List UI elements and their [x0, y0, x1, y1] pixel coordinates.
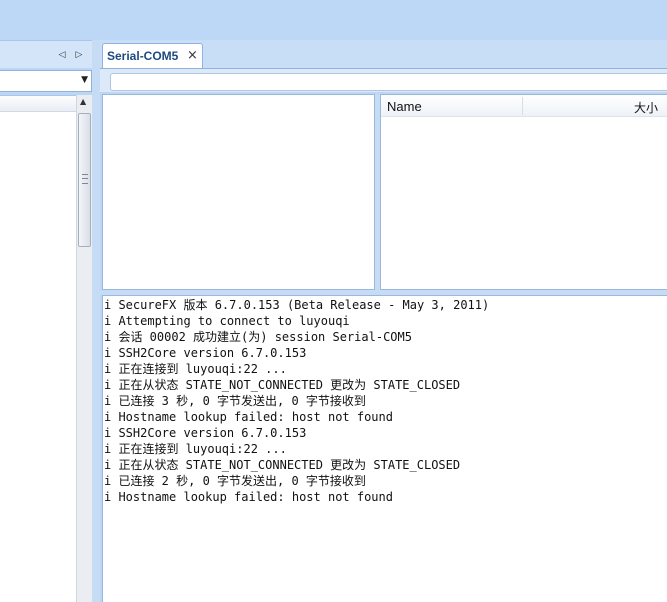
main-splitter[interactable]	[92, 40, 100, 602]
log-line: i SSH2Core version 6.7.0.153	[104, 426, 307, 440]
log-line: i SSH2Core version 6.7.0.153	[104, 346, 307, 360]
grip-icon	[82, 174, 88, 184]
left-file-tree[interactable]	[0, 95, 76, 602]
tab-label: Serial-COM5	[107, 49, 179, 63]
left-vertical-scrollbar[interactable]: ▲	[76, 95, 92, 602]
log-line: i 正在连接到 luyouqi:22 ...	[104, 442, 287, 456]
left-tree-header	[0, 96, 76, 112]
log-pane[interactable]: i SecureFX 版本 6.7.0.153 (Beta Release - …	[102, 295, 667, 602]
column-header-name[interactable]: Name	[387, 99, 422, 114]
log-line: i 正在从状态 STATE_NOT_CONNECTED 更改为 STATE_CL…	[104, 378, 461, 392]
log-line: i Hostname lookup failed: host not found	[104, 410, 393, 424]
column-divider[interactable]	[522, 97, 523, 115]
tab-scroll-left-icon[interactable]: ◁	[57, 49, 67, 61]
log-line: i 正在从状态 STATE_NOT_CONNECTED 更改为 STATE_CL…	[104, 458, 461, 472]
log-line: i 已连接 2 秒, 0 字节发送出, 0 字节接收到	[104, 474, 366, 488]
session-toolbar	[100, 68, 667, 92]
local-pane[interactable]	[102, 94, 375, 290]
log-line: i SecureFX 版本 6.7.0.153 (Beta Release - …	[104, 298, 490, 312]
log-line: i 会话 00002 成功建立(为) session Serial-COM5	[104, 330, 412, 344]
tab-serial-com5[interactable]: Serial-COM5 ×	[102, 43, 203, 69]
log-line: i 已连接 3 秒, 0 字节发送出, 0 字节接收到	[104, 394, 366, 408]
column-header-size[interactable]: 大小	[634, 99, 658, 116]
chevron-down-icon[interactable]: ▼	[81, 75, 88, 85]
log-line: i Hostname lookup failed: host not found	[104, 490, 393, 504]
log-line: i 正在连接到 luyouqi:22 ...	[104, 362, 287, 376]
scroll-up-icon[interactable]: ▲	[80, 97, 86, 106]
left-path-combo[interactable]: ▼	[0, 70, 92, 92]
session-tab-strip: Serial-COM5 ×	[100, 40, 667, 69]
remote-file-list[interactable]: Name 大小	[380, 94, 667, 290]
file-list-header: Name 大小	[381, 95, 667, 117]
remote-path-input[interactable]	[110, 73, 667, 91]
left-tab-strip: ◁ ▷	[0, 40, 92, 68]
close-icon[interactable]: ×	[187, 48, 198, 63]
tab-scroll-right-icon[interactable]: ▷	[74, 49, 84, 61]
app-window: ◁ ▷ ▼ ▲ Serial-COM5 × Name 大小 i SecureFX	[0, 0, 667, 602]
scrollbar-thumb[interactable]	[78, 113, 91, 247]
log-line: i Attempting to connect to luyouqi	[104, 314, 350, 328]
title-band	[0, 0, 667, 40]
